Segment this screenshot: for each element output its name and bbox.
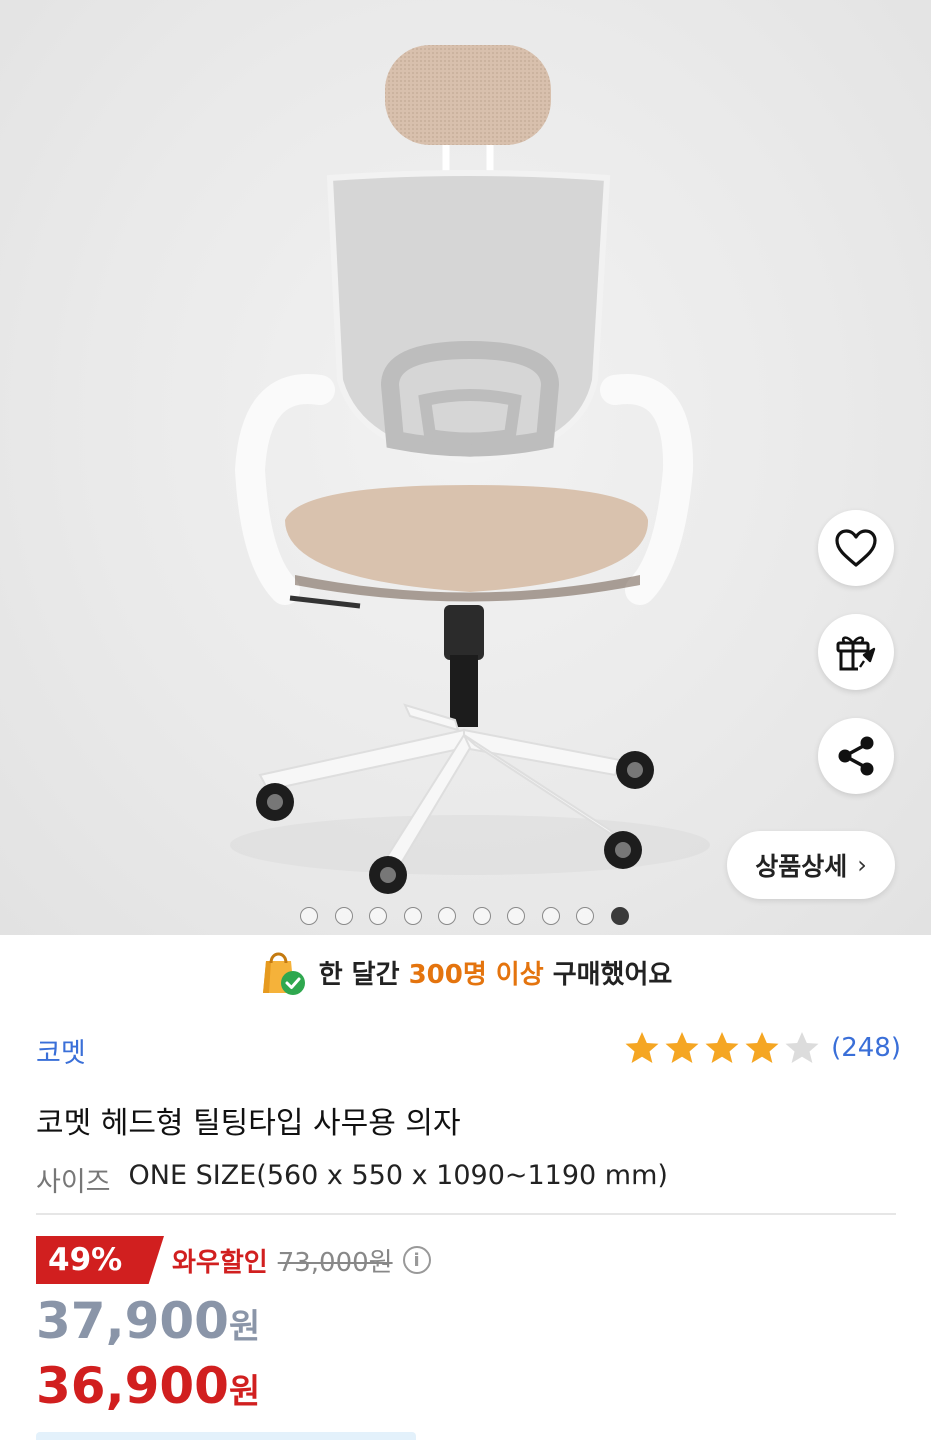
discount-row: 49% 와우할인 73,000원 i [36, 1236, 431, 1284]
share-icon [838, 736, 874, 776]
star-filled-icon [745, 1032, 779, 1063]
rating-stars [623, 1030, 821, 1066]
carousel-dot[interactable] [576, 907, 594, 925]
gift-button[interactable] [818, 614, 894, 690]
product-detail-button[interactable]: 상품상세 › [727, 831, 895, 899]
discount-badge: 49% [36, 1236, 164, 1284]
rating-summary[interactable]: (248) [623, 1030, 901, 1066]
share-button[interactable] [818, 718, 894, 794]
product-title: 코멧 헤드형 틸팅타입 사무용 의자 [36, 1106, 461, 1141]
star-filled-icon [705, 1032, 739, 1063]
banner-text: 한 달간 300명 이상 구매했어요 [318, 959, 673, 990]
carousel-dot[interactable] [403, 907, 422, 925]
gift-rocket-icon [836, 636, 876, 671]
carousel-dot[interactable] [438, 907, 456, 925]
carousel-dot[interactable] [472, 907, 491, 925]
info-icon[interactable]: i [402, 1246, 431, 1274]
carousel-dot[interactable] [334, 907, 353, 925]
star-filled-icon [665, 1032, 699, 1063]
purchase-count-banner: 한 달간 300명 이상 구매했어요 [0, 942, 931, 1002]
chevron-right-icon: › [857, 851, 867, 879]
carousel-dot[interactable] [507, 907, 525, 925]
product-detail-label: 상품상세 [755, 852, 848, 881]
product-photo-chair [230, 45, 710, 894]
carousel-dot[interactable] [300, 907, 318, 925]
star-filled-icon [625, 1032, 659, 1063]
shopping-bag-check-icon [262, 952, 305, 995]
coupon-strip[interactable] [36, 1432, 416, 1440]
wow-price: 36,900원 [36, 1357, 261, 1415]
carousel-dot[interactable] [610, 907, 629, 925]
wow-discount-label: 와우할인 [172, 1247, 268, 1278]
banner-highlight: 300명 이상 [408, 959, 544, 990]
brand-link[interactable]: 코멧 [36, 1031, 86, 1070]
wishlist-button[interactable] [818, 510, 894, 586]
carousel-pagination [300, 907, 629, 927]
review-count: (248) [831, 1033, 901, 1063]
size-value: ONE SIZE(560 x 550 x 1090~1190 mm) [128, 1160, 668, 1191]
heart-icon [835, 529, 877, 567]
original-price: 73,000원 [277, 1247, 393, 1278]
carousel-dot[interactable] [541, 907, 560, 925]
star-empty-icon [785, 1032, 819, 1063]
product-image-carousel[interactable]: 상품상세 › [0, 0, 931, 935]
carousel-dot[interactable] [369, 907, 387, 925]
divider [36, 1213, 896, 1215]
size-info: 사이즈 ONE SIZE(560 x 550 x 1090~1190 mm) [36, 1160, 668, 1199]
size-label: 사이즈 [36, 1167, 111, 1198]
sale-price: 37,900원 [36, 1292, 261, 1350]
